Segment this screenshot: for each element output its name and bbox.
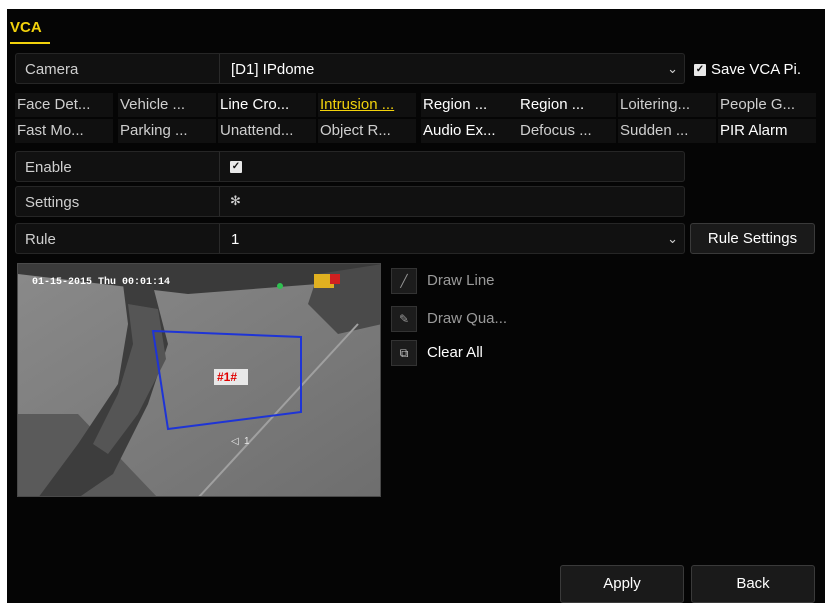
enable-checkbox[interactable]: ✓: [230, 161, 242, 173]
apply-button[interactable]: Apply: [560, 565, 684, 603]
rule-row: Rule 1 ⌄: [15, 223, 685, 254]
camera-select[interactable]: [D1] IPdome: [231, 61, 314, 78]
tab-r1-0[interactable]: Face Det...: [15, 93, 113, 117]
chevron-down-icon[interactable]: ⌄: [667, 61, 678, 77]
title-bar: VCA: [7, 9, 825, 44]
enable-row: Enable ✓: [15, 151, 685, 182]
back-button[interactable]: Back: [691, 565, 815, 603]
tab-r2-0[interactable]: Fast Mo...: [15, 119, 113, 143]
tab-r2-5[interactable]: Defocus ...: [518, 119, 616, 143]
chevron-down-icon[interactable]: ⌄: [667, 231, 678, 247]
camera-label: Camera: [25, 61, 79, 78]
camera-row: Camera [D1] IPdome ⌄: [15, 53, 685, 84]
divider: [219, 152, 220, 181]
active-tab-indicator: [10, 42, 50, 44]
tab-r1-5[interactable]: Region ...: [518, 93, 616, 117]
rule-select[interactable]: 1: [231, 231, 239, 248]
clear-icon: ⧉: [391, 340, 417, 366]
edit-shape-icon: ✎: [391, 306, 417, 332]
vca-window: VCA Camera [D1] IPdome ⌄ ✓ Save VCA Pi. …: [7, 9, 825, 603]
rule-label: Rule: [25, 231, 56, 248]
marker-label: 1: [244, 436, 250, 447]
indicator-light: [277, 283, 283, 289]
region-label: #1#: [217, 370, 238, 384]
tab-r2-2[interactable]: Unattend...: [218, 119, 316, 143]
save-vca-picture-label: Save VCA Pi.: [711, 61, 802, 78]
settings-row: Settings ✻: [15, 186, 685, 217]
tab-r2-6[interactable]: Sudden ...: [618, 119, 716, 143]
rule-settings-button[interactable]: Rule Settings: [690, 223, 815, 254]
divider: [219, 187, 220, 216]
gear-icon[interactable]: ✻: [230, 193, 241, 209]
tab-r2-7[interactable]: PIR Alarm: [718, 119, 816, 143]
save-vca-picture-checkbox[interactable]: ✓: [694, 64, 706, 76]
divider: [219, 54, 220, 83]
clear-all-label: Clear All: [427, 344, 483, 361]
tab-r2-3[interactable]: Object R...: [318, 119, 416, 143]
tab-r2-1[interactable]: Parking ...: [118, 119, 216, 143]
tab-r1-6[interactable]: Loitering...: [618, 93, 716, 117]
tab-vca[interactable]: VCA: [10, 19, 42, 36]
tab-r1-1[interactable]: Vehicle ...: [118, 93, 216, 117]
timestamp: 01-15-2015 Thu 00:01:14: [32, 277, 171, 288]
settings-label: Settings: [25, 194, 80, 211]
pencil-icon: ╱: [391, 268, 417, 294]
enable-label: Enable: [25, 159, 72, 176]
draw-quadrilateral-label: Draw Qua...: [427, 310, 508, 327]
alarm-light: [330, 274, 340, 284]
tab-r1-3[interactable]: Intrusion ...: [318, 93, 416, 117]
speaker-icon: ◁: [231, 436, 239, 447]
tab-r1-4[interactable]: Region ...: [421, 93, 519, 117]
preview-scene: [18, 264, 380, 496]
tab-r1-2[interactable]: Line Cro...: [218, 93, 316, 117]
tab-r1-7[interactable]: People G...: [718, 93, 816, 117]
tab-r2-4[interactable]: Audio Ex...: [421, 119, 519, 143]
camera-preview[interactable]: 01-15-2015 Thu 00:01:14 #1# ◁ 1: [17, 263, 381, 497]
divider: [219, 224, 220, 253]
draw-line-label: Draw Line: [427, 272, 495, 289]
